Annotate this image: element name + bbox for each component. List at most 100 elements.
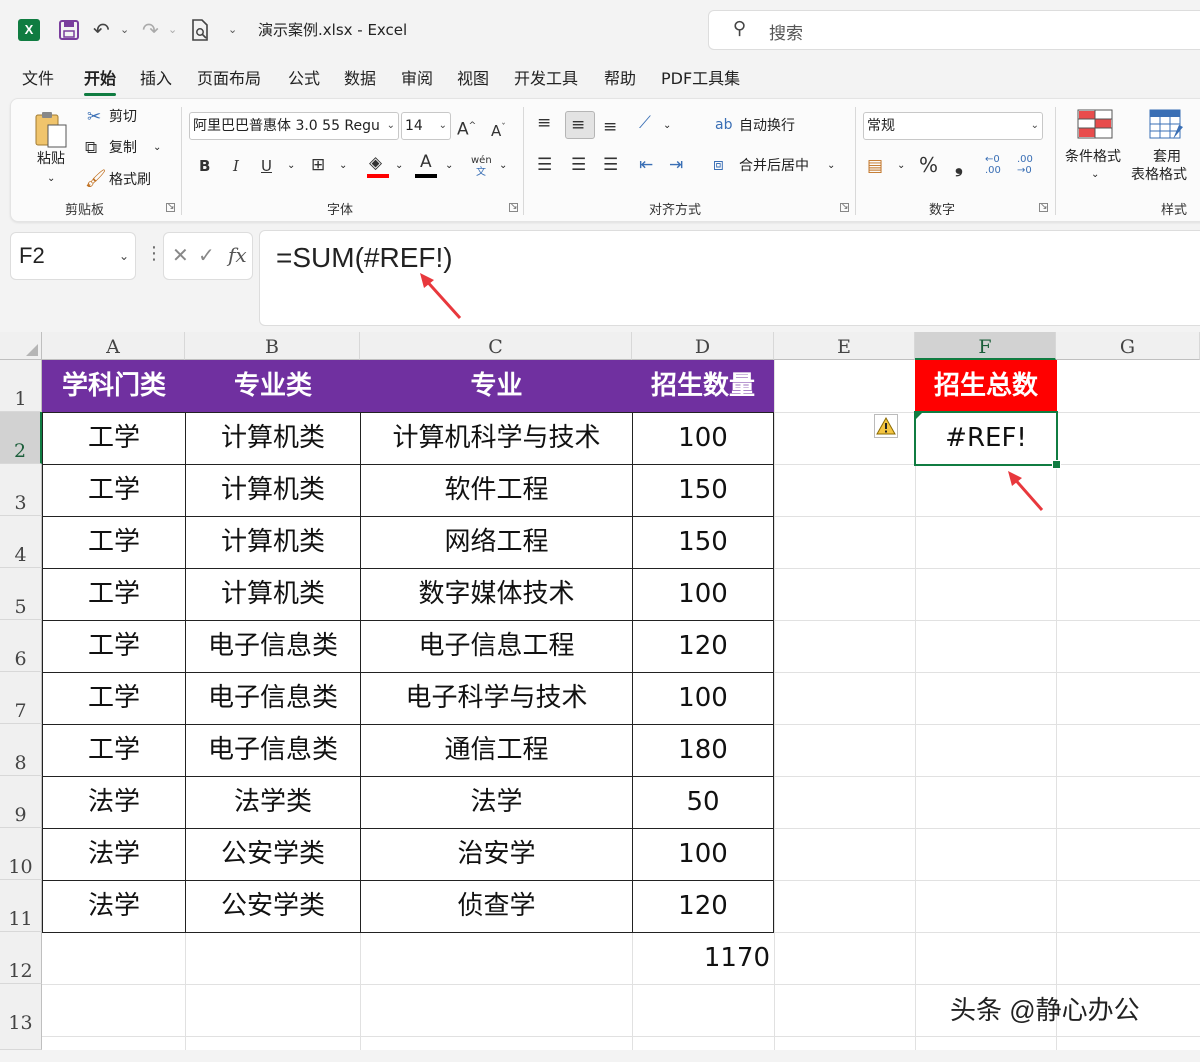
enrollment-cell[interactable]: 100 [632, 828, 774, 880]
major-cell[interactable]: 通信工程 [360, 724, 633, 776]
search-box[interactable]: ⚲ 搜索 [708, 10, 1200, 50]
row-header-13[interactable]: 13 [0, 984, 42, 1050]
tab-insert[interactable]: 插入 [140, 68, 172, 90]
header-cell-major-class[interactable]: 专业类 [185, 360, 361, 412]
discipline-cell[interactable]: 工学 [42, 464, 186, 516]
copy-dropdown-icon[interactable]: ⌄ [153, 138, 161, 158]
enrollment-cell[interactable]: 180 [632, 724, 774, 776]
major-cell[interactable]: 法学 [360, 776, 633, 828]
number-format-select[interactable]: 常规 ⌄ [863, 112, 1043, 140]
conditional-format-button[interactable]: 条件格式 ⌄ [1063, 107, 1127, 187]
paste-button[interactable]: 粘贴 ⌄ [25, 107, 69, 191]
major-class-cell[interactable]: 公安学类 [185, 880, 361, 932]
warning-icon[interactable] [874, 414, 898, 438]
tab-help[interactable]: 帮助 [604, 68, 636, 90]
spreadsheet-grid[interactable]: A B C D E F G 1 2 3 4 5 6 7 8 9 10 11 12… [0, 332, 1200, 1050]
major-cell[interactable]: 治安学 [360, 828, 633, 880]
orientation-icon[interactable]: ⟋ [639, 113, 651, 133]
font-size-select[interactable]: 14 ⌄ [401, 112, 451, 140]
decrease-decimal-icon[interactable]: .00 →0 [1017, 154, 1033, 176]
align-center-icon[interactable]: ☰ [571, 155, 586, 175]
enrollment-cell[interactable]: 100 [632, 412, 774, 464]
tab-pdf-tools[interactable]: PDF工具集 [661, 68, 740, 90]
align-right-icon[interactable]: ☰ [603, 155, 618, 175]
row-header-3[interactable]: 3 [0, 464, 42, 516]
discipline-cell[interactable]: 法学 [42, 880, 186, 932]
major-cell[interactable]: 数字媒体技术 [360, 568, 633, 620]
major-cell[interactable]: 电子信息工程 [360, 620, 633, 672]
enter-icon[interactable]: ✓ [198, 243, 215, 267]
column-header-g[interactable]: G [1056, 332, 1200, 360]
format-painter-button[interactable]: 格式刷 [109, 170, 151, 190]
merge-dropdown-icon[interactable]: ⌄ [827, 156, 835, 176]
discipline-cell[interactable]: 法学 [42, 828, 186, 880]
header-cell-major[interactable]: 专业 [360, 360, 633, 412]
major-class-cell[interactable]: 法学类 [185, 776, 361, 828]
column-header-f[interactable]: F [915, 332, 1056, 360]
row-header-7[interactable]: 7 [0, 672, 42, 724]
redo-icon[interactable]: ↷ [142, 16, 159, 44]
column-header-b[interactable]: B [185, 332, 360, 360]
formula-input[interactable]: =SUM(#REF!) [259, 230, 1200, 326]
select-all-corner[interactable] [0, 332, 42, 360]
increase-font-icon[interactable]: A^ [457, 116, 476, 140]
comma-button[interactable]: ❟ [955, 155, 963, 175]
undo-dropdown-icon[interactable]: ⌄ [120, 18, 129, 42]
tab-file[interactable]: 文件 [22, 68, 54, 90]
align-bottom-icon[interactable]: ≡ [603, 117, 617, 137]
enrollment-cell[interactable]: 150 [632, 516, 774, 568]
row-header-9[interactable]: 9 [0, 776, 42, 828]
enrollment-cell[interactable]: 100 [632, 672, 774, 724]
column-header-c[interactable]: C [360, 332, 632, 360]
underline-button[interactable]: U [261, 156, 272, 176]
column-header-a[interactable]: A [42, 332, 185, 360]
tab-data[interactable]: 数据 [344, 68, 376, 90]
row-header-6[interactable]: 6 [0, 620, 42, 672]
paste-dropdown-icon[interactable]: ⌄ [47, 169, 55, 189]
more-options-icon[interactable]: ⋮ [145, 244, 163, 264]
save-icon[interactable] [58, 16, 80, 44]
number-launcher-icon[interactable]: ↘ [1039, 203, 1048, 212]
orientation-dropdown-icon[interactable]: ⌄ [663, 116, 671, 136]
column-header-e[interactable]: E [774, 332, 915, 360]
discipline-cell[interactable]: 工学 [42, 672, 186, 724]
major-class-cell[interactable]: 公安学类 [185, 828, 361, 880]
column-header-d[interactable]: D [632, 332, 774, 360]
decrease-indent-icon[interactable]: ⇤ [639, 155, 653, 175]
borders-icon[interactable]: ⊞ [311, 155, 325, 175]
accounting-format-icon[interactable]: ▤ [867, 156, 883, 176]
major-class-cell[interactable]: 计算机类 [185, 568, 361, 620]
tab-page-layout[interactable]: 页面布局 [197, 68, 261, 90]
major-cell[interactable]: 侦查学 [360, 880, 633, 932]
fill-dropdown-icon[interactable]: ⌄ [395, 156, 403, 176]
print-preview-icon[interactable] [190, 16, 210, 44]
discipline-cell[interactable]: 法学 [42, 776, 186, 828]
major-cell[interactable]: 软件工程 [360, 464, 633, 516]
italic-button[interactable]: I [233, 156, 239, 176]
row-header-10[interactable]: 10 [0, 828, 42, 880]
align-left-icon[interactable]: ☰ [537, 155, 552, 175]
total-header-cell[interactable]: 招生总数 [915, 360, 1057, 412]
fill-color-button[interactable]: ◈ [367, 153, 391, 179]
customize-toolbar-icon[interactable]: ⌄ [228, 18, 237, 42]
major-class-cell[interactable]: 电子信息类 [185, 620, 361, 672]
increase-indent-icon[interactable]: ⇥ [669, 155, 683, 175]
merge-center-button[interactable]: 合并后居中 [739, 156, 809, 176]
copy-button[interactable]: 复制 [109, 138, 137, 158]
row-header-5[interactable]: 5 [0, 568, 42, 620]
discipline-cell[interactable]: 工学 [42, 620, 186, 672]
discipline-cell[interactable]: 工学 [42, 516, 186, 568]
enrollment-cell[interactable]: 120 [632, 880, 774, 932]
major-class-cell[interactable]: 电子信息类 [185, 724, 361, 776]
font-launcher-icon[interactable]: ↘ [509, 203, 518, 212]
tab-formulas[interactable]: 公式 [288, 68, 320, 90]
tab-home[interactable]: 开始 [84, 68, 117, 96]
discipline-cell[interactable]: 工学 [42, 724, 186, 776]
name-box[interactable]: F2 ⌄ [10, 232, 136, 280]
major-class-cell[interactable]: 计算机类 [185, 516, 361, 568]
enrollment-cell[interactable]: 50 [632, 776, 774, 828]
percent-button[interactable]: % [919, 155, 938, 175]
major-class-cell[interactable]: 计算机类 [185, 412, 361, 464]
decrease-font-icon[interactable]: Aˇ [491, 118, 506, 141]
row-header-4[interactable]: 4 [0, 516, 42, 568]
